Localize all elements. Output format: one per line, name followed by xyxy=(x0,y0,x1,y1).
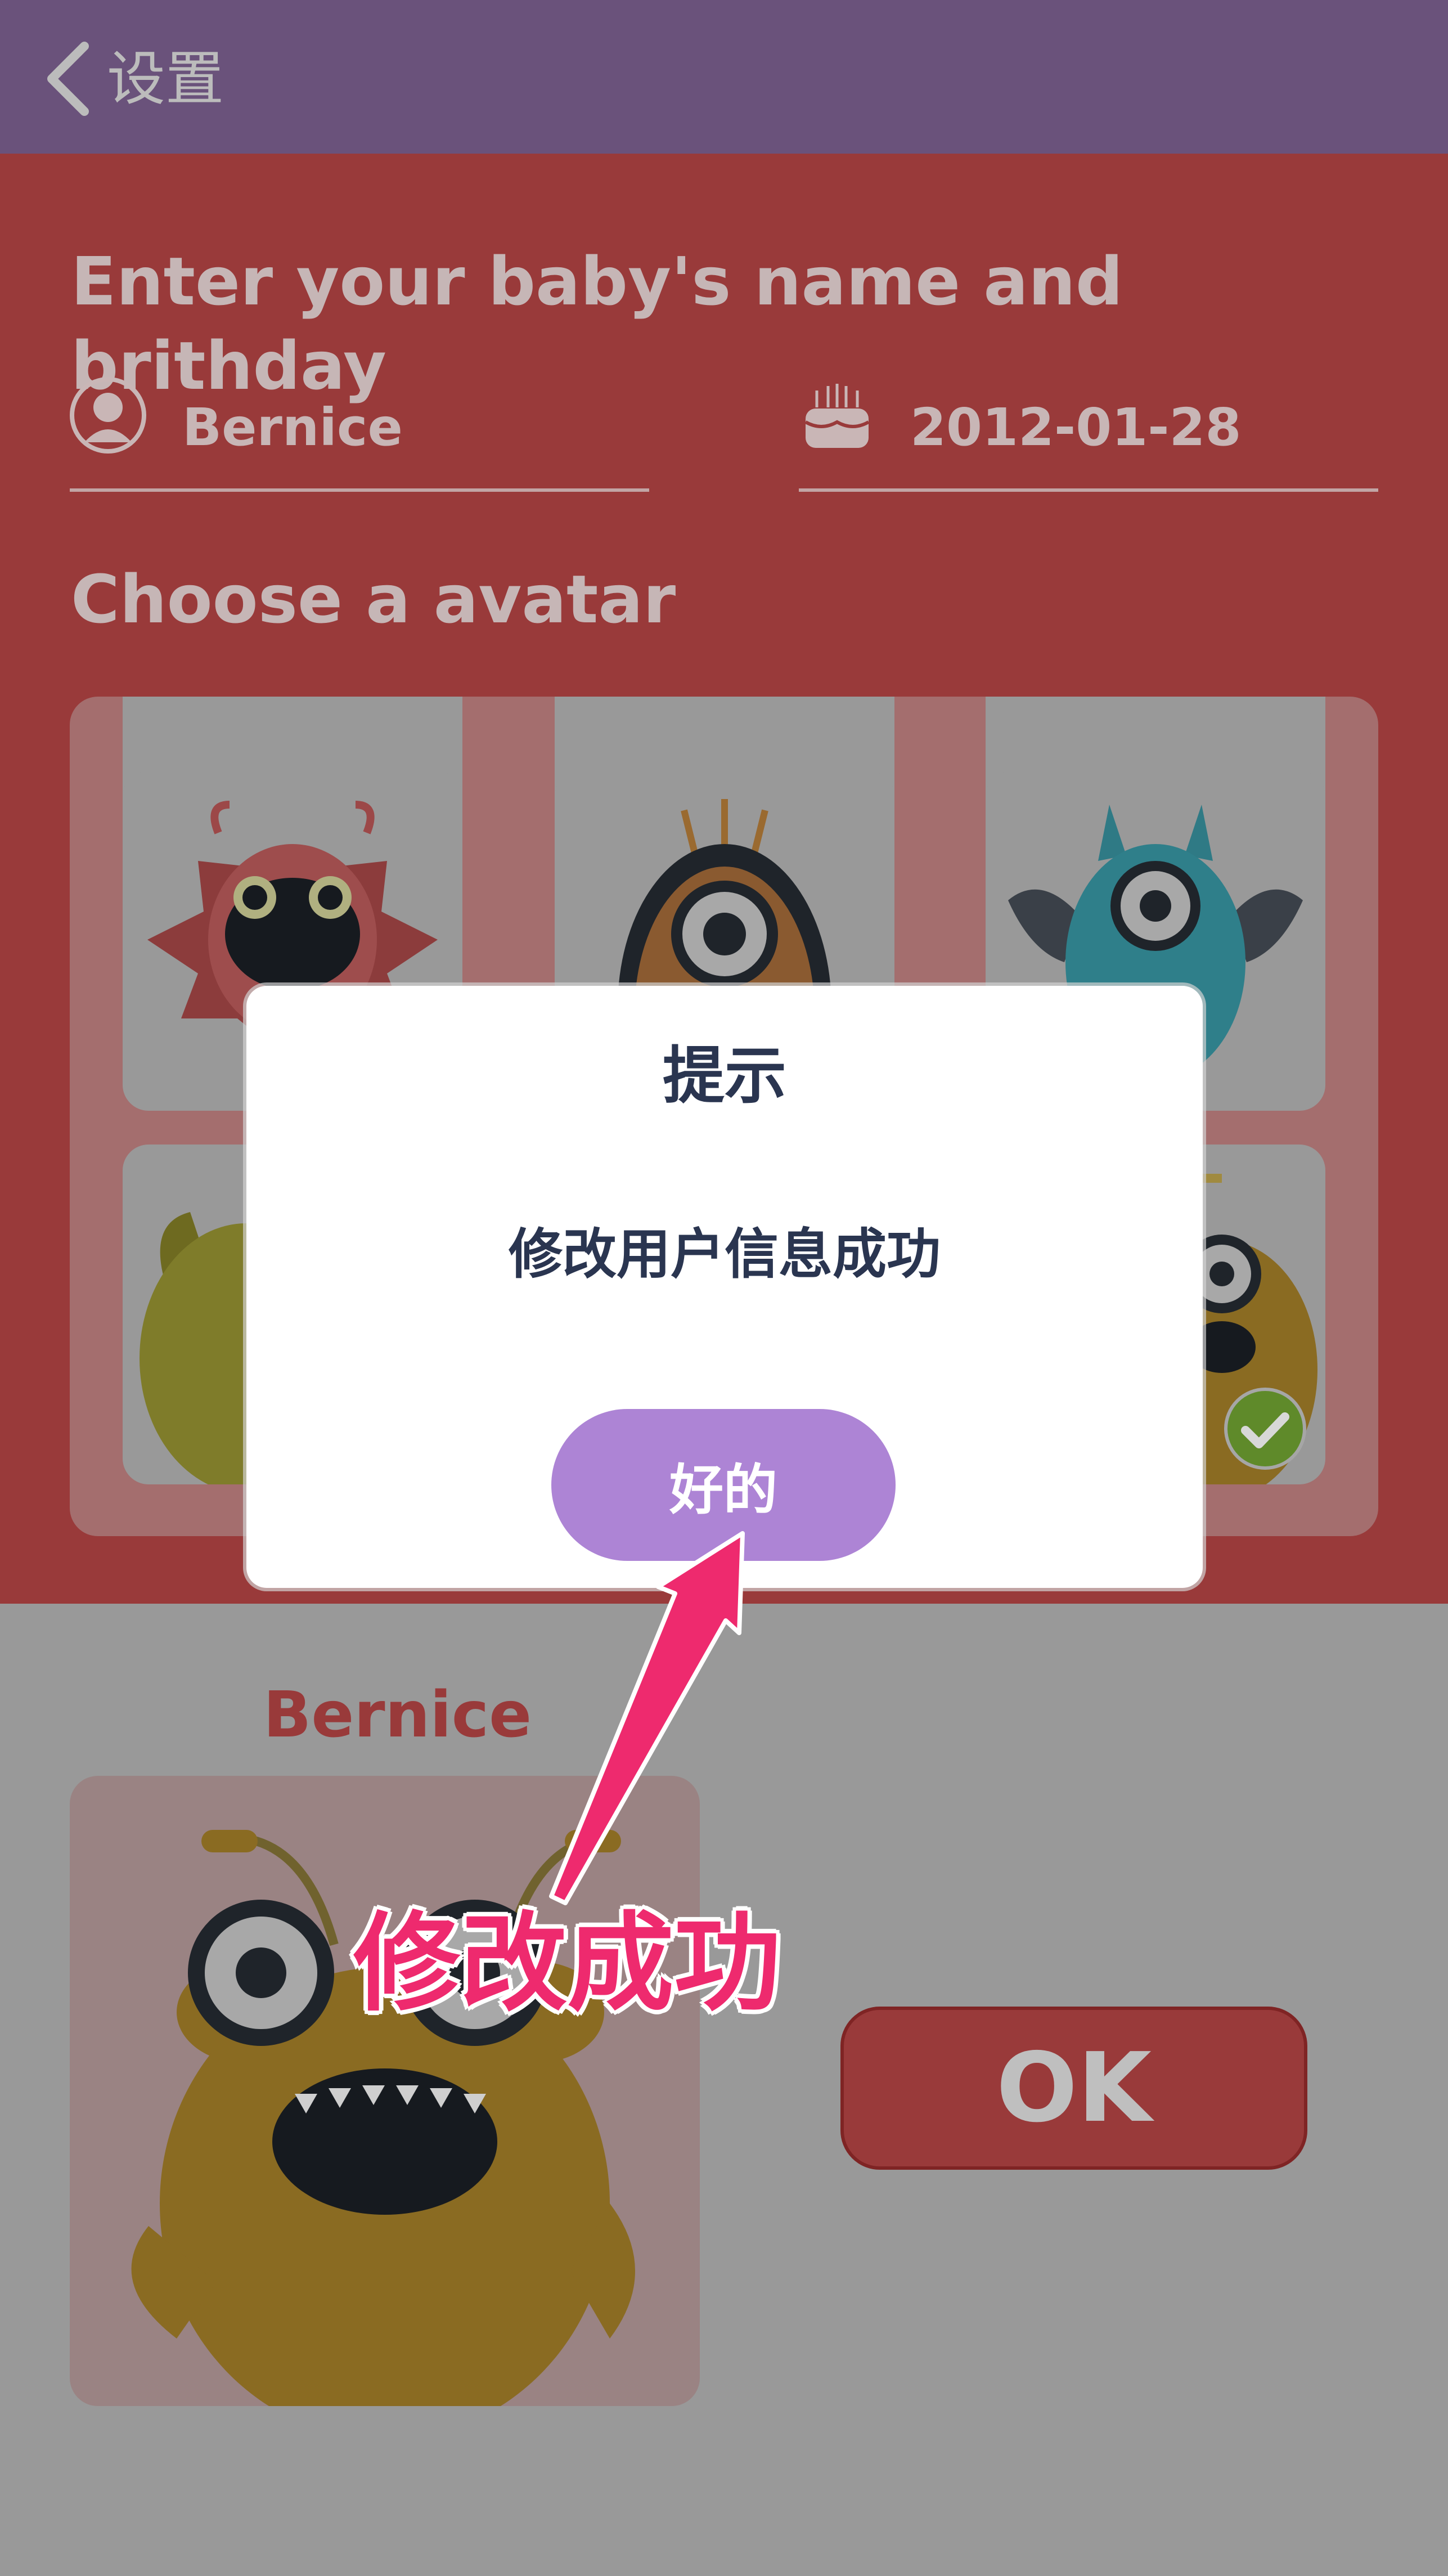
name-input[interactable]: Bernice xyxy=(182,394,403,461)
dialog-message: 修改用户信息成功 xyxy=(509,1223,941,1286)
cake-icon xyxy=(804,384,870,448)
choose-avatar-heading: Choose a avatar xyxy=(71,560,676,638)
ok-button[interactable]: OK xyxy=(840,2007,1307,2170)
back-chevron-icon[interactable] xyxy=(39,39,96,118)
birthday-underline xyxy=(799,488,1378,492)
birthday-input[interactable]: 2012-01-28 xyxy=(910,394,1241,461)
dialog-confirm-button[interactable]: 好的 xyxy=(551,1409,896,1561)
preview-name: Bernice xyxy=(263,1679,532,1752)
dialog-title: 提示 xyxy=(663,1040,786,1112)
avatar-preview xyxy=(70,1776,700,2406)
user-icon xyxy=(70,377,146,454)
preview-monster-image xyxy=(131,1830,635,2406)
check-icon xyxy=(1224,1388,1306,1470)
annotation-callout-text: 修改成功 xyxy=(353,1901,781,2026)
name-underline xyxy=(70,488,649,492)
back-label[interactable]: 设置 xyxy=(107,39,224,118)
name-birthday-heading: Enter your baby's name and brithday xyxy=(71,243,1123,405)
alert-dialog: 提示 修改用户信息成功 好的 xyxy=(246,986,1203,1588)
